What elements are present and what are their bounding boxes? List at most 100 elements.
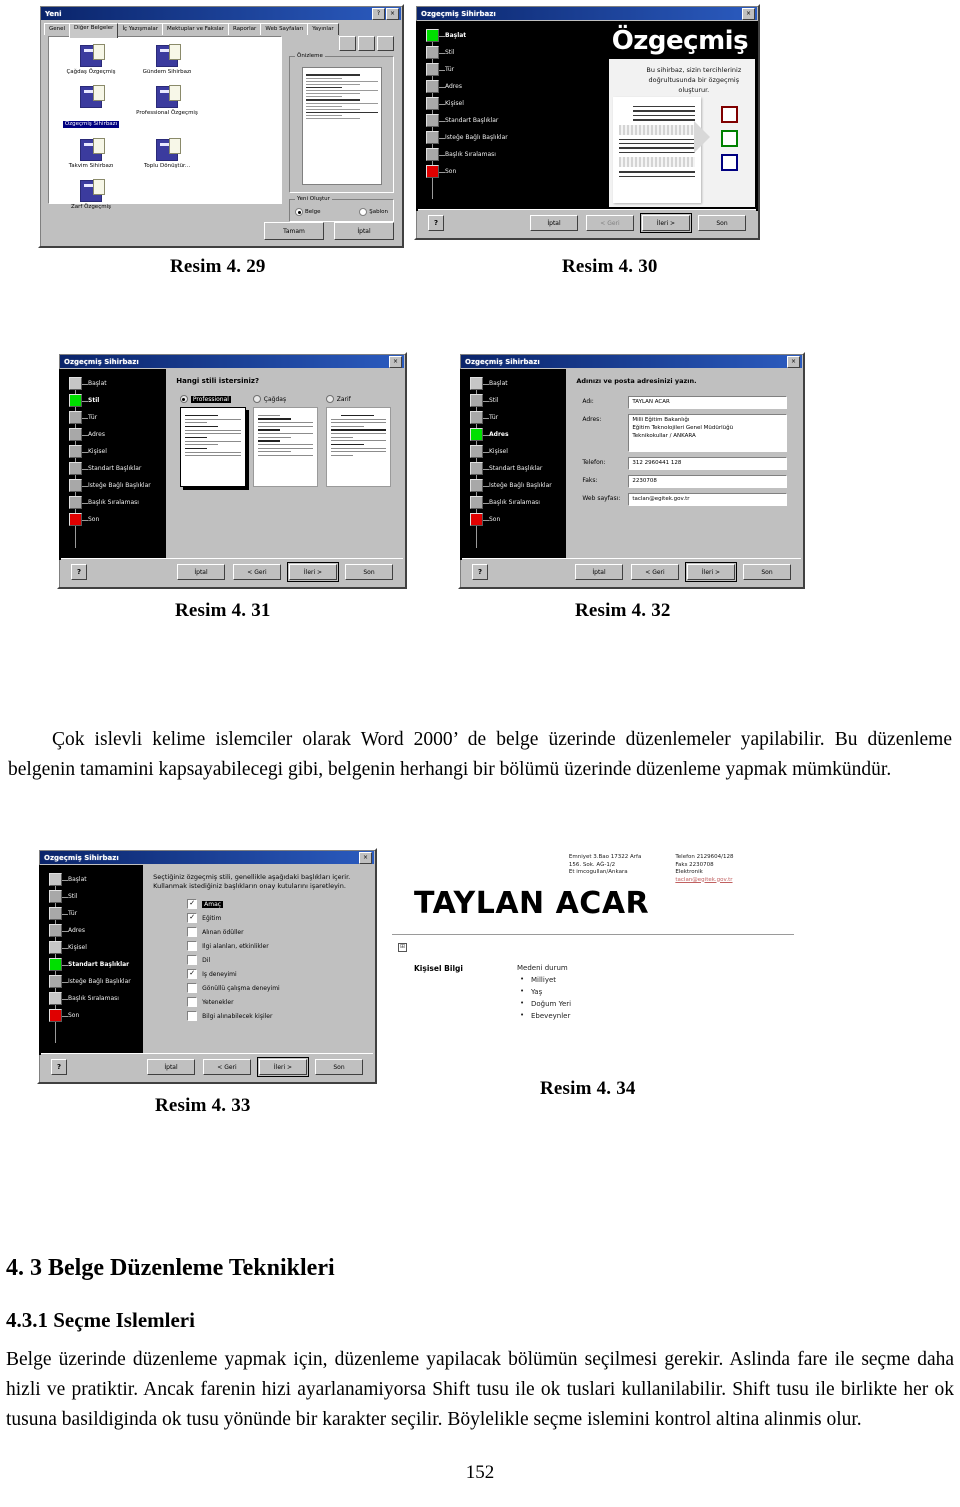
style-card-professional[interactable]: Professional bbox=[179, 395, 246, 487]
step-adres[interactable]: Adres bbox=[416, 78, 522, 95]
wizard-headings-titlebar-buttons[interactable]: × bbox=[359, 851, 372, 864]
step-standart-basliklar[interactable]: Standart Başlıklar bbox=[460, 460, 566, 477]
step-kisisel[interactable]: Kişisel bbox=[39, 939, 143, 956]
step-istege-bagli-basliklar[interactable]: İsteğe Bağlı Başlıklar bbox=[39, 973, 143, 990]
details-view-icon[interactable] bbox=[377, 36, 394, 51]
step-standart-basliklar[interactable]: Standart Başlıklar bbox=[39, 956, 143, 973]
view-mode-buttons[interactable] bbox=[289, 36, 394, 51]
close-icon[interactable]: × bbox=[386, 7, 399, 20]
checkbox-row-amac[interactable]: ✓ Amaç bbox=[153, 897, 365, 911]
tab-diger-belgeler[interactable]: Diğer Belgeler bbox=[69, 23, 119, 38]
template-item-selected[interactable]: Özgeçmiş Sihirbazı bbox=[53, 85, 129, 129]
help-icon[interactable]: ? bbox=[372, 7, 385, 20]
step-baslat[interactable]: Başlat bbox=[39, 871, 143, 888]
step-baslik-siralamasi[interactable]: Başlık Sıralaması bbox=[460, 494, 566, 511]
step-stil[interactable]: Stil bbox=[416, 44, 522, 61]
checkbox-row-is-deneyimi[interactable]: ✓ İş deneyimi bbox=[153, 967, 365, 981]
field-input-adres[interactable]: Milli Eğitim Bakanlığı Eğitim Teknolojil… bbox=[628, 414, 787, 452]
step-tur[interactable]: Tür bbox=[416, 61, 522, 78]
checkbox-icon[interactable]: ✓ bbox=[187, 969, 198, 979]
checkbox-row-dil[interactable]: Dil bbox=[153, 953, 365, 967]
step-baslat[interactable]: Başlat bbox=[460, 375, 566, 392]
wizard-address-titlebar-buttons[interactable]: × bbox=[787, 355, 800, 368]
style-card-cagdas[interactable]: Çağdaş bbox=[252, 395, 319, 487]
step-adres[interactable]: Adres bbox=[460, 426, 566, 443]
template-item[interactable]: Çağdaş Özgeçmiş bbox=[53, 44, 129, 76]
help-button[interactable]: ? bbox=[51, 1059, 67, 1075]
cancel-button[interactable]: İptal bbox=[147, 1059, 195, 1075]
template-item[interactable]: Professional Özgeçmiş bbox=[129, 85, 205, 129]
back-button[interactable]: < Geri bbox=[631, 564, 679, 580]
tab-raporlar[interactable]: Raporlar bbox=[227, 23, 262, 35]
step-stil[interactable]: Stil bbox=[59, 392, 166, 409]
style-option-cagdas[interactable]: Çağdaş bbox=[252, 395, 319, 403]
field-input-adi[interactable]: TAYLAN ACAR bbox=[628, 396, 787, 409]
step-tur[interactable]: Tür bbox=[59, 409, 166, 426]
large-icons-icon[interactable] bbox=[339, 36, 356, 51]
checkbox-row-alinan-oduller[interactable]: Alınan ödüller bbox=[153, 925, 365, 939]
back-button[interactable]: < Geri bbox=[203, 1059, 251, 1075]
template-item[interactable]: Toplu Dönüştür... bbox=[129, 138, 205, 170]
step-istege-bagli-basliklar[interactable]: İsteğe Bağlı Başlıklar bbox=[416, 129, 522, 146]
wizard-headings-dialog[interactable]: Özgeçmiş Sihirbazı × Başlat Stil Tür Adr… bbox=[37, 848, 377, 1084]
wizard-start-titlebar-buttons[interactable]: × bbox=[742, 7, 755, 20]
dialog-yeni[interactable]: Yeni ? × Genel Diğer Belgeler İç Yazışma… bbox=[38, 4, 404, 248]
tab-yayinlar[interactable]: Yayınlar bbox=[307, 23, 339, 35]
help-button[interactable]: ? bbox=[71, 564, 87, 580]
close-icon[interactable]: × bbox=[742, 7, 755, 20]
headings-checkbox-list[interactable]: ✓ Amaç ✓ Eğitim Alınan ödüller İlgi alanla… bbox=[153, 897, 365, 1023]
tab-web-sayfalari[interactable]: Web Sayfaları bbox=[260, 23, 309, 35]
list-view-icon[interactable] bbox=[358, 36, 375, 51]
next-button[interactable]: İleri > bbox=[685, 562, 737, 582]
step-kisisel[interactable]: Kişisel bbox=[460, 443, 566, 460]
wizard-start-dialog[interactable]: Özgeçmiş Sihirbazı × Başlat Stil Tür Adr… bbox=[414, 4, 760, 240]
next-button[interactable]: İleri > bbox=[257, 1057, 309, 1077]
checkbox-row-ilgi-alanlari[interactable]: İlgi alanları, etkinlikler bbox=[153, 939, 365, 953]
field-row-web[interactable]: Web sayfası: taclan@egitek.gov.tr bbox=[582, 493, 787, 506]
step-standart-basliklar[interactable]: Standart Başlıklar bbox=[416, 112, 522, 129]
step-kisisel[interactable]: Kişisel bbox=[59, 443, 166, 460]
step-tur[interactable]: Tür bbox=[39, 905, 143, 922]
field-row-telefon[interactable]: Telefon: 312 2960441 128 bbox=[582, 457, 787, 470]
wizard-address-dialog[interactable]: Özgeçmiş Sihirbazı × Başlat Stil Tür Adr… bbox=[458, 352, 805, 589]
template-item[interactable]: Zarf Özgeçmiş bbox=[53, 179, 129, 211]
close-icon[interactable]: × bbox=[359, 851, 372, 864]
next-button[interactable]: İleri > bbox=[640, 213, 692, 233]
finish-button[interactable]: Son bbox=[345, 564, 393, 580]
step-baslat[interactable]: Başlat bbox=[59, 375, 166, 392]
step-stil[interactable]: Stil bbox=[460, 392, 566, 409]
checkbox-icon[interactable] bbox=[187, 955, 198, 965]
field-input-web[interactable]: taclan@egitek.gov.tr bbox=[628, 493, 787, 506]
next-button[interactable]: İleri > bbox=[287, 562, 339, 582]
step-standart-basliklar[interactable]: Standart Başlıklar bbox=[59, 460, 166, 477]
step-son[interactable]: Son bbox=[59, 511, 166, 528]
radio-sablon[interactable]: Şablon bbox=[359, 208, 388, 216]
tab-ic-yazismalar[interactable]: İç Yazışmalar bbox=[117, 23, 163, 35]
template-list-pane[interactable]: Çağdaş Özgeçmiş Gündem Sihirbazı Özgeçmi… bbox=[48, 36, 282, 210]
close-icon[interactable]: × bbox=[787, 355, 800, 368]
step-baslik-siralamasi[interactable]: Başlık Sıralaması bbox=[59, 494, 166, 511]
field-row-faks[interactable]: Faks: 2230708 bbox=[582, 475, 787, 488]
template-item[interactable]: Gündem Sihirbazı bbox=[129, 44, 205, 76]
finish-button[interactable]: Son bbox=[743, 564, 791, 580]
style-option-professional[interactable]: Professional bbox=[179, 395, 246, 403]
finish-button[interactable]: Son bbox=[698, 215, 746, 231]
step-son[interactable]: Son bbox=[416, 163, 522, 180]
radio-belge[interactable]: Belge bbox=[295, 208, 321, 216]
step-baslat[interactable]: Başlat bbox=[416, 27, 522, 44]
style-option-zarif[interactable]: Zarif bbox=[325, 395, 392, 403]
back-button[interactable]: < Geri bbox=[233, 564, 281, 580]
cancel-button[interactable]: İptal bbox=[334, 222, 394, 240]
step-baslik-siralamasi[interactable]: Başlık Sıralaması bbox=[416, 146, 522, 163]
field-row-adres[interactable]: Adres: Milli Eğitim Bakanlığı Eğitim Tek… bbox=[582, 414, 787, 452]
ok-button[interactable]: Tamam bbox=[264, 222, 324, 240]
dialog-yeni-titlebar-buttons[interactable]: ? × bbox=[372, 7, 399, 20]
step-adres[interactable]: Adres bbox=[59, 426, 166, 443]
field-input-faks[interactable]: 2230708 bbox=[628, 475, 787, 488]
checkbox-icon[interactable]: ✓ bbox=[187, 899, 198, 909]
checkbox-icon[interactable] bbox=[187, 1011, 198, 1021]
step-istege-bagli-basliklar[interactable]: İsteğe Bağlı Başlıklar bbox=[59, 477, 166, 494]
checkbox-icon[interactable]: ✓ bbox=[187, 913, 198, 923]
tab-mektuplar-ve-fakslar[interactable]: Mektuplar ve Fakslar bbox=[161, 23, 229, 35]
cancel-button[interactable]: İptal bbox=[177, 564, 225, 580]
